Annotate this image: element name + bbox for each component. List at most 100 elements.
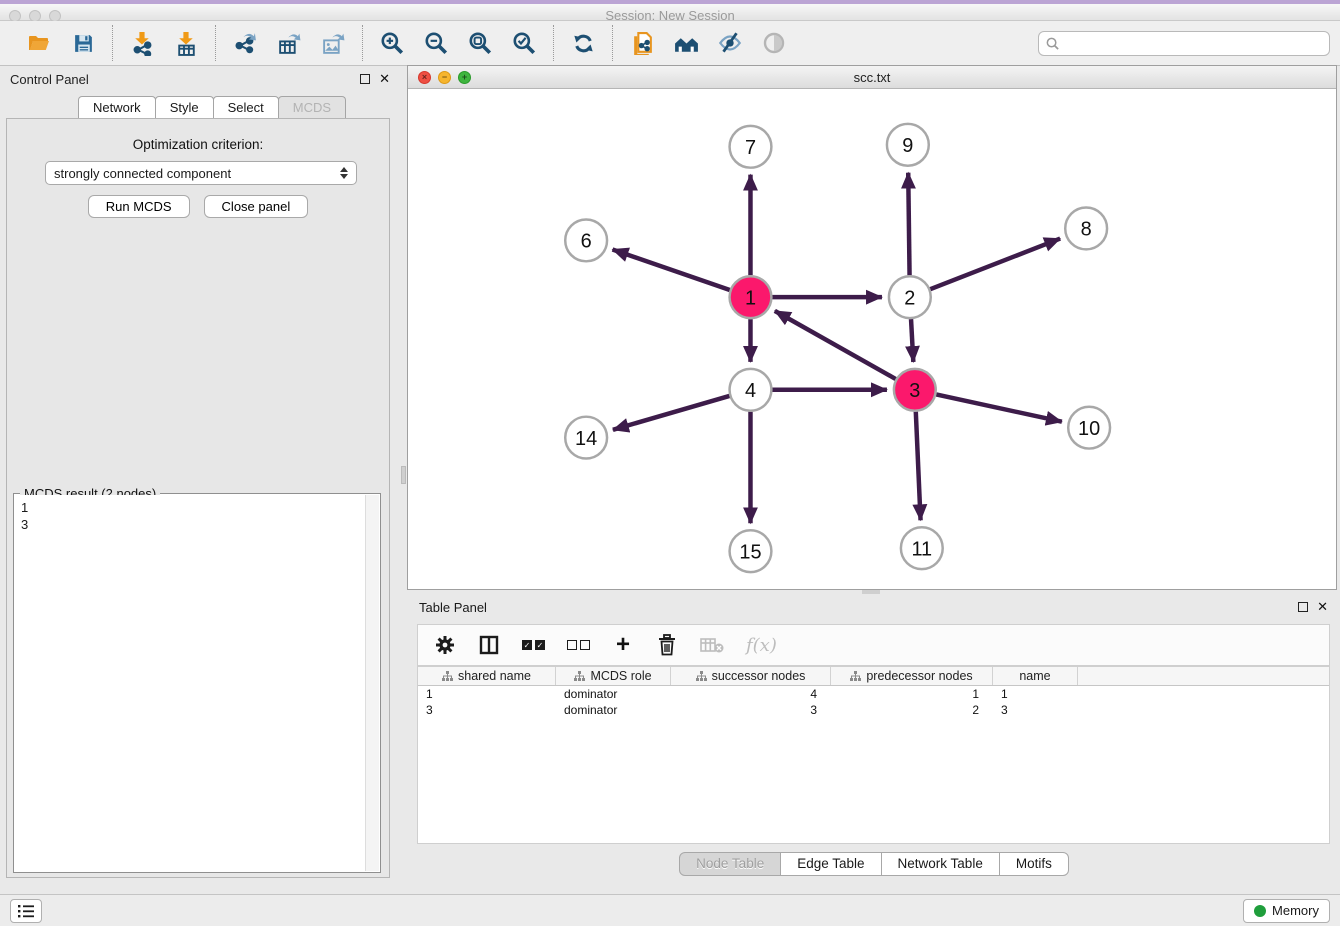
mcds-result-box: MCDS result (2 nodes) 1 3 [13, 493, 381, 873]
graph-edge-4-14[interactable] [613, 396, 730, 430]
graph-node-10[interactable]: 10 [1068, 407, 1110, 449]
svg-text:9: 9 [902, 135, 913, 157]
svg-text:4: 4 [745, 380, 756, 402]
delete-table-icon-disabled [700, 632, 724, 658]
svg-text:7: 7 [745, 137, 756, 159]
status-bar: Memory [0, 894, 1340, 926]
column-header-successor-nodes[interactable]: successor nodes [671, 667, 831, 685]
tab-network-table[interactable]: Network Table [881, 852, 1000, 876]
column-header-mcds-role[interactable]: MCDS role [556, 667, 671, 685]
network-window-titlebar[interactable]: × − + scc.txt [408, 66, 1336, 89]
svg-text:8: 8 [1081, 219, 1092, 241]
refresh-view-icon[interactable] [566, 26, 600, 60]
float-panel-icon[interactable] [360, 74, 370, 84]
graph-edge-3-11[interactable] [916, 412, 921, 521]
tab-node-table[interactable]: Node Table [679, 852, 781, 876]
graph-edge-3-1[interactable] [775, 311, 896, 379]
zoom-selected-icon[interactable] [507, 26, 541, 60]
table-row[interactable]: 3 dominator 3 2 3 [418, 702, 1329, 718]
svg-text:10: 10 [1078, 418, 1100, 440]
network-canvas[interactable]: 7 9 6 8 1 2 4 3 14 10 15 11 [408, 89, 1336, 589]
column-header-name[interactable]: name [993, 667, 1078, 685]
save-session-icon[interactable] [66, 26, 100, 60]
create-column-icon[interactable]: + [612, 632, 634, 658]
svg-text:15: 15 [739, 541, 761, 563]
svg-text:2: 2 [904, 287, 915, 309]
graph-edge-2-8[interactable] [930, 239, 1060, 290]
tab-mcds[interactable]: MCDS [278, 96, 346, 119]
vertical-splitter[interactable] [400, 66, 407, 894]
dropdown-selected-value: strongly connected component [54, 166, 231, 181]
column-header-predecessor-nodes[interactable]: predecessor nodes [831, 667, 993, 685]
unselect-all-columns-icon[interactable] [567, 632, 590, 658]
graph-edge-2-3[interactable] [911, 319, 913, 362]
graph-node-9[interactable]: 9 [887, 124, 929, 166]
graph-node-2[interactable]: 2 [889, 276, 931, 318]
export-network-icon[interactable] [228, 26, 262, 60]
mcds-panel-body: Optimization criterion: strongly connect… [6, 118, 390, 878]
graph-node-1[interactable]: 1 [730, 276, 772, 318]
show-all-icon[interactable] [757, 26, 791, 60]
export-image-icon[interactable] [316, 26, 350, 60]
attribute-tree-icon [574, 671, 585, 682]
attribute-tree-icon [442, 671, 453, 682]
import-network-icon[interactable] [125, 26, 159, 60]
mcds-result-text[interactable]: 1 3 [15, 495, 365, 871]
attribute-tree-icon [696, 671, 707, 682]
list-icon [17, 903, 35, 919]
graph-edge-3-10[interactable] [936, 394, 1062, 421]
graph-node-7[interactable]: 7 [730, 126, 772, 168]
network-window-title: scc.txt [408, 70, 1336, 85]
function-builder-icon-disabled: f(x) [746, 632, 777, 658]
graph-node-8[interactable]: 8 [1065, 208, 1107, 250]
tab-network[interactable]: Network [78, 96, 156, 119]
search-input[interactable] [1060, 33, 1323, 53]
control-panel-title: Control Panel [10, 72, 89, 87]
zoom-out-icon[interactable] [419, 26, 453, 60]
optimization-criterion-dropdown[interactable]: strongly connected component [45, 161, 357, 185]
graph-edge-2-9[interactable] [908, 173, 909, 276]
graph-node-15[interactable]: 15 [730, 530, 772, 572]
svg-text:1: 1 [745, 287, 756, 309]
vertical-splitter-handle[interactable] [401, 466, 406, 484]
result-scrollbar[interactable] [365, 495, 379, 871]
search-field[interactable] [1038, 31, 1330, 56]
open-session-icon[interactable] [22, 26, 56, 60]
zoom-fit-icon[interactable] [463, 26, 497, 60]
optimization-criterion-label: Optimization criterion: [7, 137, 389, 152]
dropdown-stepper-icon [340, 167, 348, 179]
search-icon [1045, 36, 1060, 51]
tab-style[interactable]: Style [155, 96, 214, 119]
graph-edge-1-6[interactable] [613, 250, 730, 291]
memory-button[interactable]: Memory [1243, 899, 1330, 923]
zoom-in-icon[interactable] [375, 26, 409, 60]
new-network-from-selection-icon[interactable] [625, 26, 659, 60]
table-panel-title: Table Panel [419, 600, 487, 615]
tab-select[interactable]: Select [213, 96, 279, 119]
table-row[interactable]: 1 dominator 4 1 1 [418, 686, 1329, 702]
close-table-panel-icon[interactable]: ✕ [1317, 602, 1328, 612]
app-titlebar: Session: New Session [0, 0, 1340, 21]
graph-node-3[interactable]: 3 [894, 369, 936, 411]
close-panel-button[interactable]: Close panel [204, 195, 309, 218]
run-mcds-button[interactable]: Run MCDS [88, 195, 190, 218]
show-column-panel-icon[interactable] [478, 632, 500, 658]
export-table-icon[interactable] [272, 26, 306, 60]
graph-node-11[interactable]: 11 [901, 527, 943, 569]
status-list-button[interactable] [10, 899, 42, 923]
graph-node-6[interactable]: 6 [565, 219, 607, 261]
float-table-panel-icon[interactable] [1298, 602, 1308, 612]
table-options-gear-icon[interactable] [434, 632, 456, 658]
graph-node-4[interactable]: 4 [730, 369, 772, 411]
hide-selected-icon[interactable] [713, 26, 747, 60]
tab-edge-table[interactable]: Edge Table [780, 852, 881, 876]
import-table-icon[interactable] [169, 26, 203, 60]
first-neighbors-icon[interactable] [669, 26, 703, 60]
tab-motifs[interactable]: Motifs [999, 852, 1069, 876]
column-header-shared-name[interactable]: shared name [418, 667, 556, 685]
graph-node-14[interactable]: 14 [565, 417, 607, 459]
delete-columns-icon[interactable] [656, 632, 678, 658]
svg-text:11: 11 [911, 538, 932, 560]
close-panel-icon[interactable]: ✕ [379, 74, 390, 84]
select-all-columns-icon[interactable]: ✓✓ [522, 632, 545, 658]
